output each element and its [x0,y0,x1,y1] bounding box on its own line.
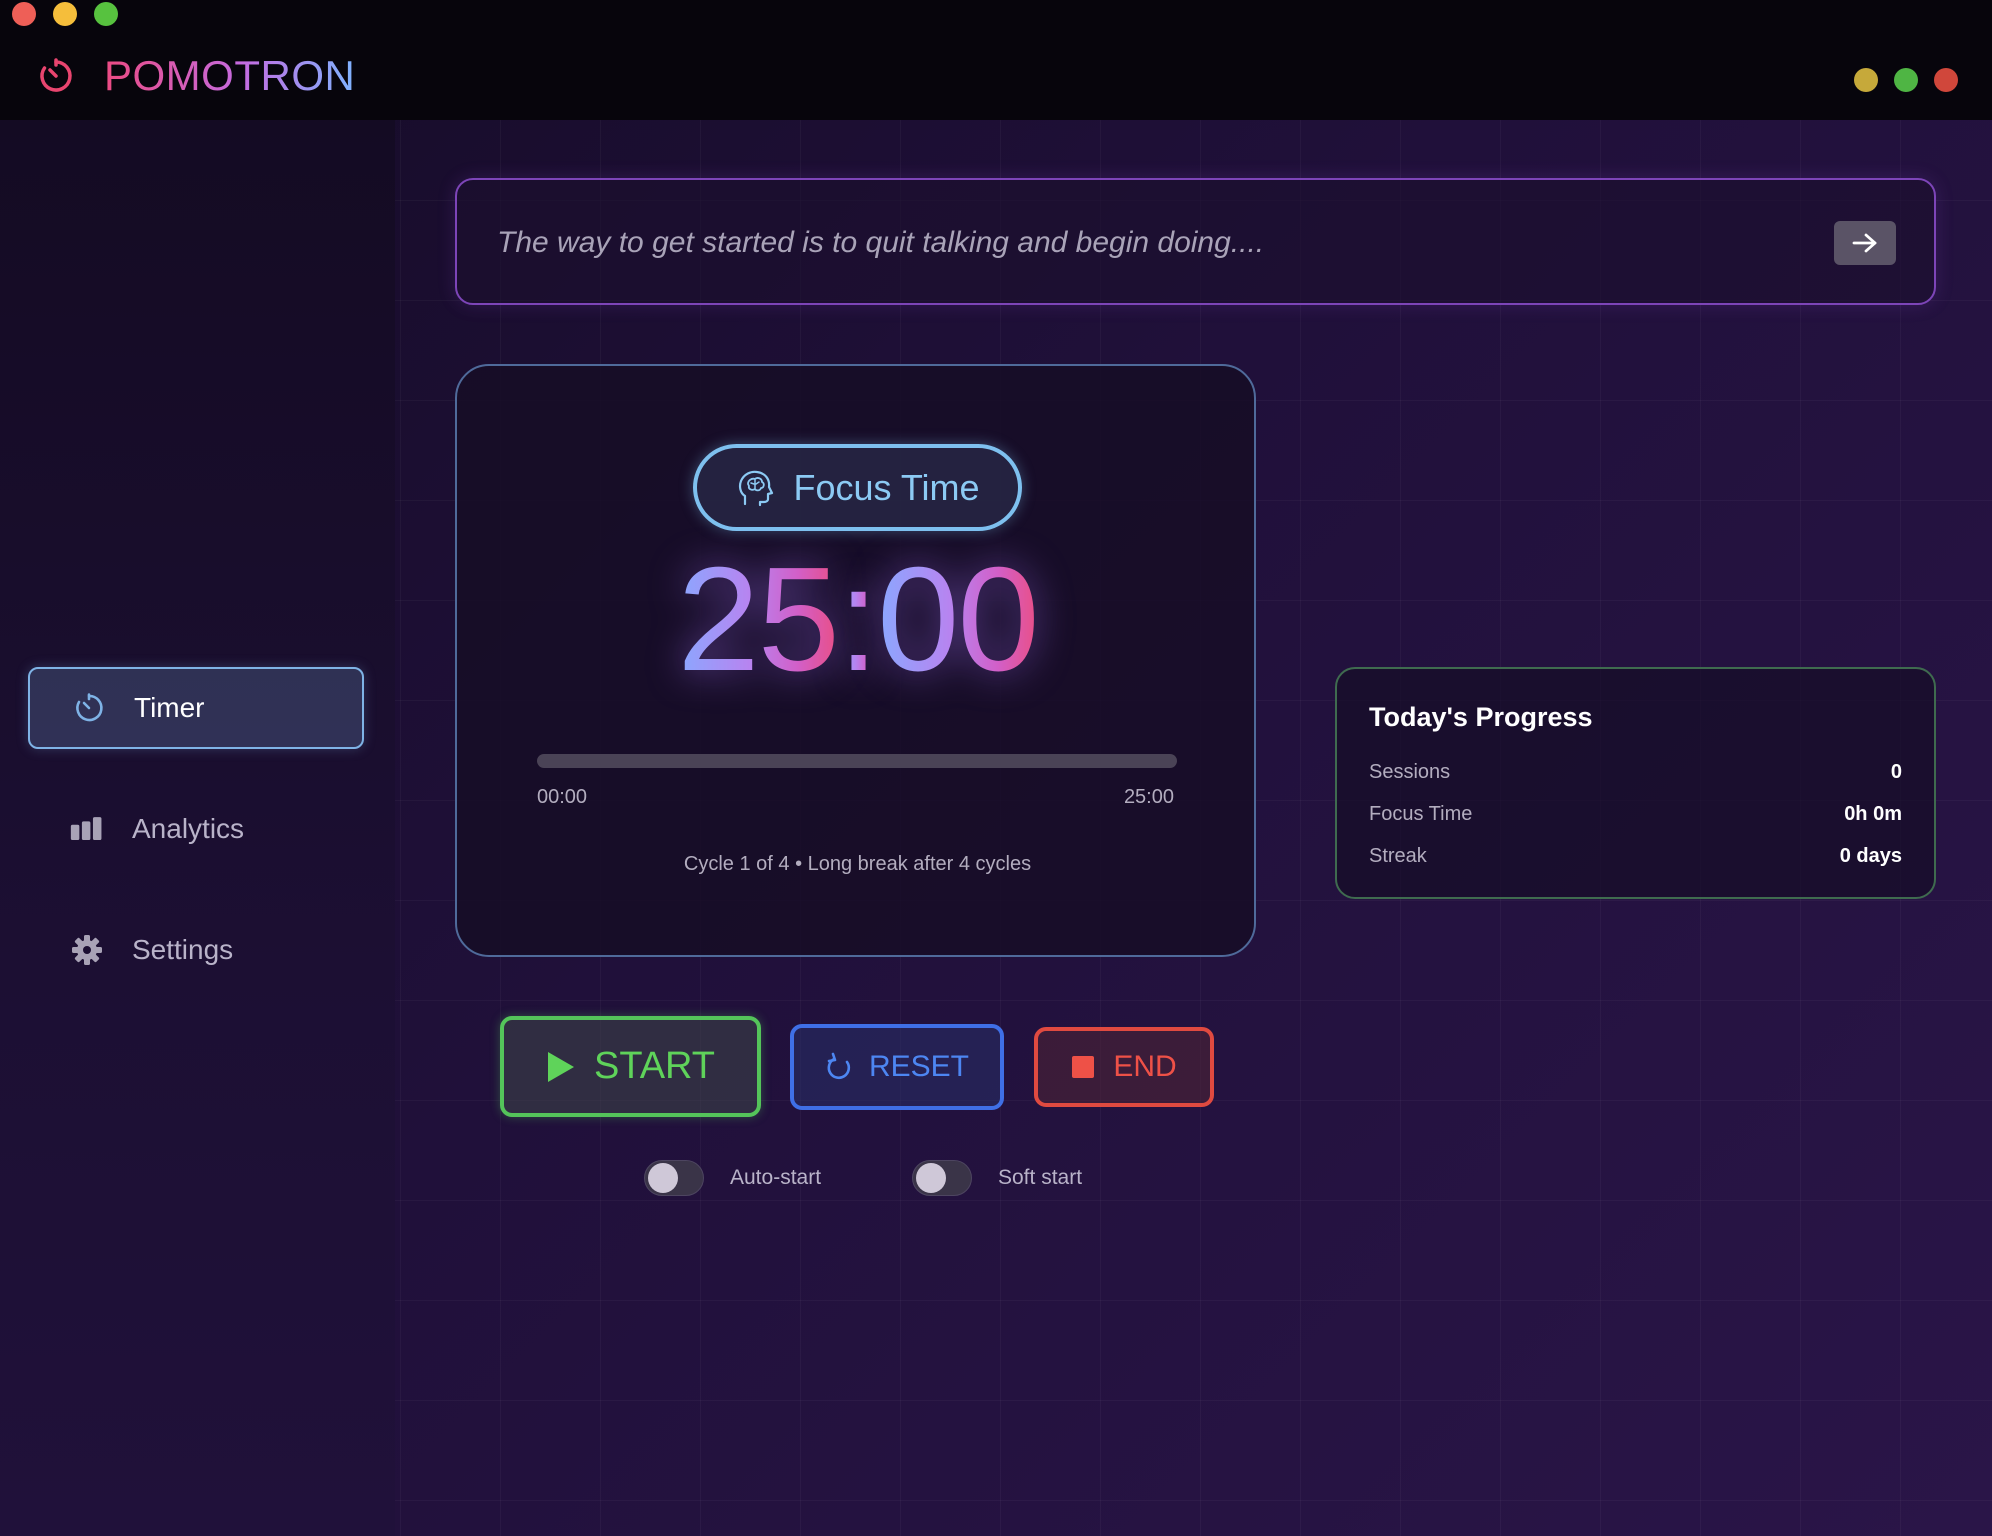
sidebar-item-label: Timer [134,692,205,723]
timer-card: Focus Time 25:00 00:00 25:00 Cycle 1 of … [455,364,1256,957]
auto-start-label: Auto-start [730,1166,822,1189]
progress-row-sessions: Sessions 0 [1369,757,1902,787]
arrow-right-icon [1852,233,1877,253]
status-dot-yellow[interactable] [1854,68,1878,92]
progress-end-time: 25:00 [1123,786,1174,808]
soft-start-toggle[interactable] [912,1160,972,1196]
progress-row-streak: Streak 0 days [1369,841,1902,871]
progress-start-time: 00:00 [537,786,588,808]
mode-badge[interactable]: Focus Time [693,444,1022,531]
bar-chart-icon [70,812,104,846]
progress-row-focus-time: Focus Time 0h 0m [1369,799,1902,829]
play-icon [547,1051,574,1082]
reset-button-label: RESET [868,1050,970,1083]
time-minutes: 25 [677,537,840,702]
brain-head-icon [739,470,774,506]
quote-text: The way to get started is to quit talkin… [497,226,1265,259]
time-seconds: 00 [877,537,1040,702]
end-button[interactable]: END [1034,1027,1214,1107]
auto-start-toggle-group: Auto-start [644,1160,821,1196]
progress-row-label: Sessions [1369,760,1451,783]
time-display: 25:00 [457,546,1258,694]
toggle-knob [916,1163,946,1193]
sidebar-item-label: Settings [132,934,234,965]
reset-button[interactable]: RESET [790,1024,1004,1110]
title-bar: POMOTRON [0,0,1992,120]
sidebar: Timer Analytics Settings [0,120,395,1536]
next-quote-button[interactable] [1834,221,1896,265]
quote-bar: The way to get started is to quit talkin… [455,178,1936,305]
toggle-knob [648,1163,678,1193]
window-traffic-lights [12,2,118,26]
start-button[interactable]: START [500,1016,761,1117]
todays-progress-card: Today's Progress Sessions 0 Focus Time 0… [1335,667,1936,899]
cycle-info: Cycle 1 of 4 • Long break after 4 cycles [683,853,1032,875]
todays-progress-title: Today's Progress [1369,702,1593,732]
mode-label: Focus Time [793,466,980,508]
soft-start-toggle-group: Soft start [912,1160,1082,1196]
progress-row-value: 0 [1890,760,1902,783]
auto-start-toggle[interactable] [644,1160,704,1196]
status-dot-green[interactable] [1894,68,1918,92]
end-button-label: END [1113,1050,1177,1083]
maximize-window-button[interactable] [94,2,118,26]
progress-row-label: Focus Time [1369,802,1473,825]
timer-logo-icon [40,58,72,92]
soft-start-label: Soft start [998,1166,1083,1189]
timer-icon [72,691,106,725]
stop-icon [1072,1056,1095,1078]
sidebar-item-analytics[interactable]: Analytics [28,788,364,870]
app-title: POMOTRON [104,52,356,99]
window-status-dots [1854,68,1958,92]
refresh-icon [827,1052,851,1080]
status-dot-red[interactable] [1934,68,1958,92]
gear-icon [70,933,104,967]
start-button-label: START [593,1045,716,1087]
progress-bar [537,754,1177,768]
sidebar-item-settings[interactable]: Settings [28,909,364,991]
progress-row-label: Streak [1369,844,1427,867]
brand: POMOTRON [36,52,355,100]
sidebar-item-timer[interactable]: Timer [28,667,364,749]
minimize-window-button[interactable] [53,2,77,26]
close-window-button[interactable] [12,2,36,26]
progress-row-value: 0h 0m [1844,802,1902,825]
time-separator: : [837,537,879,702]
app-window: POMOTRON Timer Analytics Settings The wa… [0,0,1992,1536]
sidebar-item-label: Analytics [132,813,245,844]
progress-row-value: 0 days [1839,844,1902,867]
